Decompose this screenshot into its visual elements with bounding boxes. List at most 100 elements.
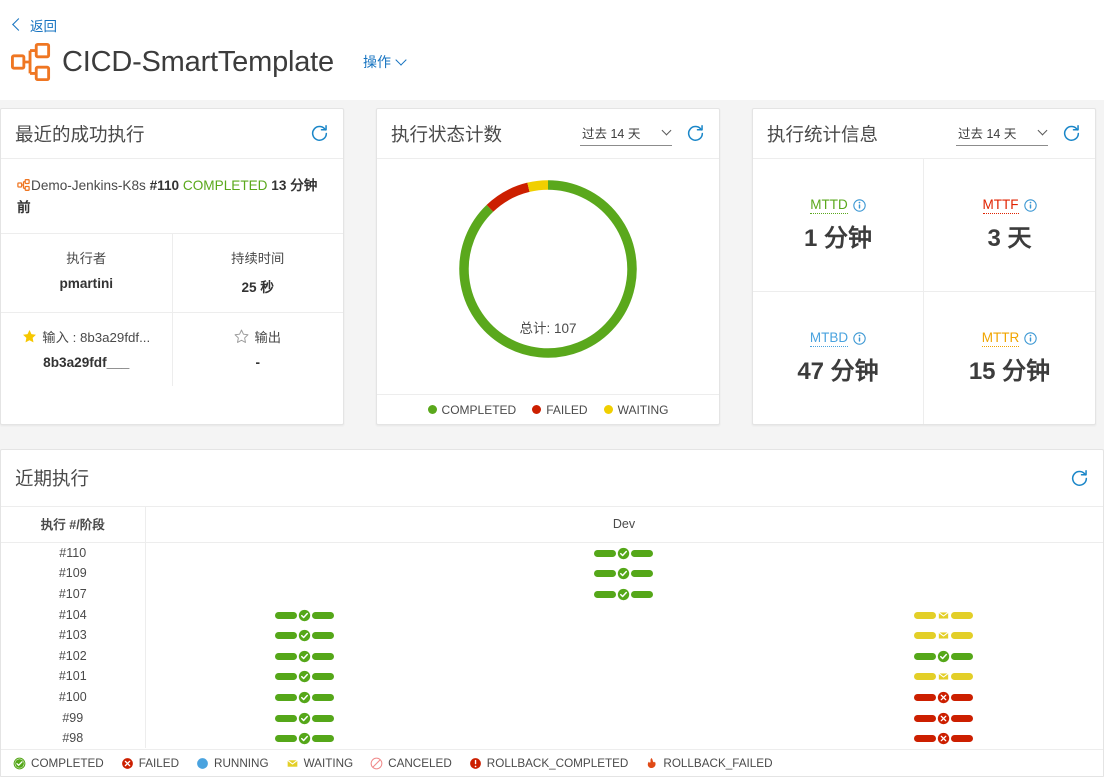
check-circle-icon[interactable] xyxy=(298,609,311,622)
refresh-icon[interactable] xyxy=(1070,469,1089,488)
actions-menu-button[interactable]: 操作 xyxy=(363,52,407,72)
table-row[interactable]: #104 xyxy=(1,604,1103,625)
stage-marker-completed[interactable] xyxy=(275,691,335,704)
check-circle-icon[interactable] xyxy=(937,650,950,663)
run-id-cell[interactable]: #107 xyxy=(1,583,146,605)
star-outline-icon[interactable] xyxy=(234,329,249,344)
refresh-icon[interactable] xyxy=(686,124,705,143)
table-row[interactable]: #101 xyxy=(1,666,1103,687)
run-id-cell[interactable]: #109 xyxy=(1,563,146,584)
run-id-cell[interactable]: #110 xyxy=(1,542,146,564)
donut-segment-failed[interactable] xyxy=(486,182,530,212)
table-row[interactable]: #110 xyxy=(1,542,1103,564)
check-circle-icon[interactable] xyxy=(298,691,311,704)
legend-item-completed[interactable]: COMPLETED xyxy=(13,757,104,770)
legend-item-completed[interactable]: COMPLETED xyxy=(427,403,516,417)
stage-marker-completed[interactable] xyxy=(275,670,335,683)
check-circle-icon[interactable] xyxy=(298,732,311,745)
run-id-cell[interactable]: #103 xyxy=(1,624,146,646)
legend-item-waiting[interactable]: WAITING xyxy=(286,757,353,770)
check-circle-icon[interactable] xyxy=(298,712,311,725)
refresh-icon[interactable] xyxy=(310,124,329,143)
stage-cell-0[interactable] xyxy=(145,728,464,749)
check-circle-icon[interactable] xyxy=(298,670,311,683)
table-row[interactable]: #107 xyxy=(1,583,1103,605)
stat-abbr[interactable]: MTTF xyxy=(982,197,1019,214)
table-row[interactable]: #100 xyxy=(1,686,1103,708)
run-id-cell[interactable]: #99 xyxy=(1,707,146,728)
x-circle-icon[interactable] xyxy=(937,712,950,725)
stage-marker-completed[interactable] xyxy=(594,547,654,560)
refresh-icon[interactable] xyxy=(1062,124,1081,143)
check-circle-icon[interactable] xyxy=(298,650,311,663)
stage-marker-waiting[interactable] xyxy=(913,609,973,622)
table-row[interactable]: #109 xyxy=(1,563,1103,584)
stage-cell-2[interactable] xyxy=(784,625,1103,646)
stage-marker-failed[interactable] xyxy=(913,732,973,745)
info-icon[interactable] xyxy=(1024,332,1037,345)
stage-marker-waiting[interactable] xyxy=(913,670,973,683)
run-id-cell[interactable]: #98 xyxy=(1,727,146,749)
stage-cell-2[interactable] xyxy=(784,666,1103,687)
stage-cell-2[interactable] xyxy=(784,687,1103,708)
stage-marker-completed[interactable] xyxy=(594,567,654,580)
run-id-cell[interactable]: #102 xyxy=(1,645,146,667)
table-row[interactable]: #99 xyxy=(1,707,1103,728)
run-id-cell[interactable]: #100 xyxy=(1,686,146,708)
stage-cell-1[interactable] xyxy=(464,563,783,584)
x-circle-icon[interactable] xyxy=(937,691,950,704)
stat-abbr[interactable]: MTTD xyxy=(810,197,848,214)
stage-cell-2[interactable] xyxy=(784,728,1103,749)
info-icon[interactable] xyxy=(853,332,866,345)
donut-segment-waiting[interactable] xyxy=(527,179,549,192)
legend-item-canceled[interactable]: CANCELED xyxy=(370,757,452,770)
stage-cell-0[interactable] xyxy=(145,666,464,687)
stage-cell-0[interactable] xyxy=(145,604,464,625)
envelope-icon[interactable] xyxy=(937,629,950,642)
stage-marker-failed[interactable] xyxy=(913,691,973,704)
stat-abbr[interactable]: MTTR xyxy=(981,330,1020,347)
x-circle-icon[interactable] xyxy=(937,732,950,745)
table-row[interactable]: #102 xyxy=(1,645,1103,667)
stage-cell-2[interactable] xyxy=(784,645,1103,666)
run-id-cell[interactable]: #101 xyxy=(1,666,146,687)
legend-item-running[interactable]: RUNNING xyxy=(196,757,269,770)
stage-marker-waiting[interactable] xyxy=(913,629,973,642)
stage-cell-2[interactable] xyxy=(784,707,1103,728)
legend-item-rollback_completed[interactable]: ROLLBACK_COMPLETED xyxy=(469,757,628,770)
stage-cell-1[interactable] xyxy=(464,584,783,605)
legend-item-failed[interactable]: FAILED xyxy=(121,757,179,770)
star-filled-icon[interactable] xyxy=(22,329,37,344)
check-circle-icon[interactable] xyxy=(617,547,630,560)
stage-marker-completed[interactable] xyxy=(275,732,335,745)
stage-cell-0[interactable] xyxy=(145,645,464,666)
stage-cell-2[interactable] xyxy=(784,604,1103,625)
envelope-icon[interactable] xyxy=(937,670,950,683)
stage-marker-completed[interactable] xyxy=(275,650,335,663)
legend-item-rollback_failed[interactable]: ROLLBACK_FAILED xyxy=(645,757,773,770)
table-row[interactable]: #103 xyxy=(1,624,1103,646)
info-icon[interactable] xyxy=(1023,199,1037,212)
check-circle-icon[interactable] xyxy=(617,567,630,580)
stage-marker-completed[interactable] xyxy=(275,609,335,622)
info-icon[interactable] xyxy=(853,199,866,212)
stage-cell-0[interactable] xyxy=(145,707,464,728)
stage-marker-completed[interactable] xyxy=(913,650,973,663)
run-id-cell[interactable]: #104 xyxy=(1,604,146,625)
pipeline-name[interactable]: Demo-Jenkins-K8s xyxy=(31,178,146,193)
stat-abbr[interactable]: MTBD xyxy=(809,330,849,347)
stage-cell-1[interactable] xyxy=(464,543,783,564)
stage-marker-failed[interactable] xyxy=(913,712,973,725)
back-link[interactable]: 返回 xyxy=(12,15,57,35)
time-range-select[interactable]: 过去 14 天 xyxy=(956,121,1048,146)
stage-marker-completed[interactable] xyxy=(594,588,654,601)
envelope-icon[interactable] xyxy=(937,609,950,622)
table-row[interactable]: #98 xyxy=(1,727,1103,749)
check-circle-icon[interactable] xyxy=(617,588,630,601)
stage-cell-0[interactable] xyxy=(145,687,464,708)
legend-item-waiting[interactable]: WAITING xyxy=(603,403,668,417)
stage-marker-completed[interactable] xyxy=(275,712,335,725)
time-range-select[interactable]: 过去 14 天 xyxy=(580,121,672,146)
legend-item-failed[interactable]: FAILED xyxy=(532,403,588,417)
stage-marker-completed[interactable] xyxy=(275,629,335,642)
